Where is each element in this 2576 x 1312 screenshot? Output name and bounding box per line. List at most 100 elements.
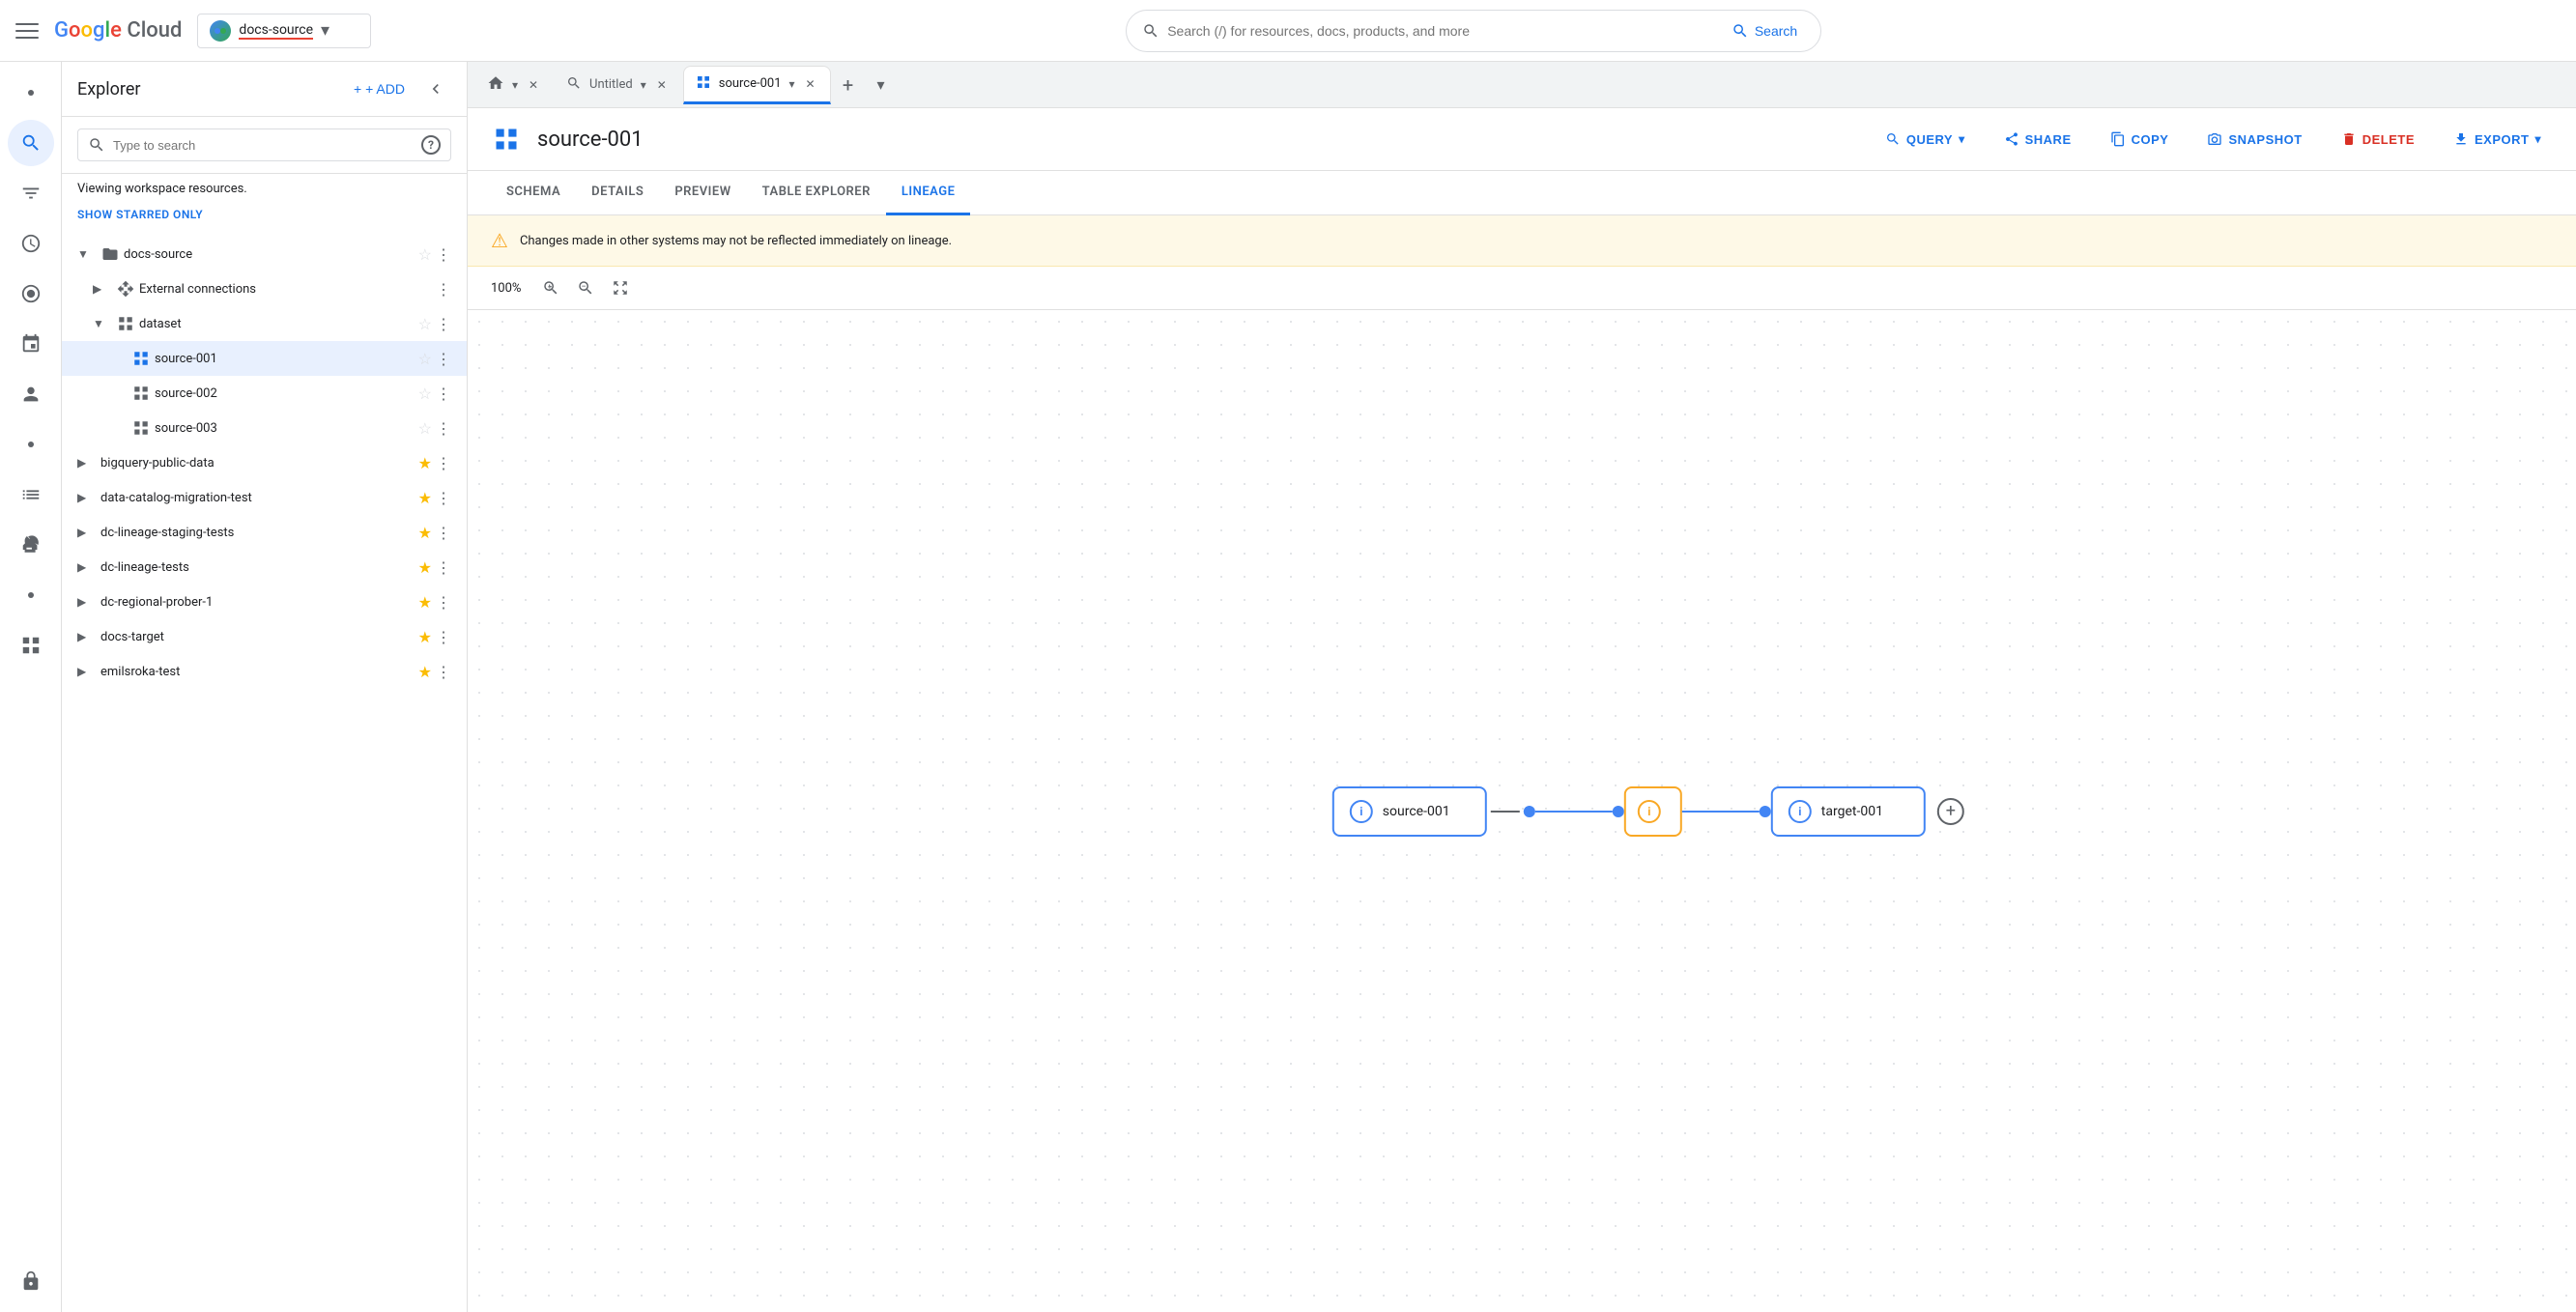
global-search-bar[interactable]: Search <box>1126 10 1821 52</box>
lineage-canvas[interactable]: i source-001 i <box>468 310 2576 1312</box>
tab-source-001[interactable]: source-001 ▾ ✕ <box>683 66 831 104</box>
rail-clock-icon[interactable] <box>8 220 54 267</box>
close-source-001-tab[interactable]: ✕ <box>803 76 818 92</box>
rail-pin-icon[interactable] <box>8 321 54 367</box>
more-emilsroka[interactable]: ⋮ <box>436 663 451 681</box>
sub-tab-table-explorer[interactable]: TABLE EXPLORER <box>747 171 886 215</box>
rail-dot3-icon[interactable] <box>8 572 54 618</box>
rail-filter-icon[interactable] <box>8 170 54 216</box>
export-button[interactable]: EXPORT ▾ <box>2442 126 2553 153</box>
more-regional[interactable]: ⋮ <box>436 593 451 612</box>
tab-more-button[interactable]: ▾ <box>866 70 897 100</box>
more-docs-source[interactable]: ⋮ <box>436 245 451 264</box>
tree-item-dc-lineage[interactable]: ▶ dc-lineage-tests ★ ⋮ <box>62 550 467 585</box>
rail-wrench-icon[interactable] <box>8 522 54 568</box>
tree-item-bigquery-public-data[interactable]: ▶ bigquery-public-data ★ ⋮ <box>62 445 467 480</box>
close-untitled-tab[interactable]: ✕ <box>654 77 670 93</box>
logo-cloud: Cloud <box>122 18 183 43</box>
lineage-node-target-001[interactable]: i target-001 <box>1771 786 1926 837</box>
tree-item-docs-source[interactable]: ▼ docs-source ☆ ⋮ <box>62 237 467 271</box>
rail-grid-icon[interactable] <box>8 622 54 669</box>
more-external[interactable]: ⋮ <box>436 280 451 299</box>
more-source-003[interactable]: ⋮ <box>436 419 451 438</box>
tree-item-data-catalog[interactable]: ▶ data-catalog-migration-test ★ ⋮ <box>62 480 467 515</box>
tree-item-source-002[interactable]: source-002 ☆ ⋮ <box>62 376 467 411</box>
more-dataset[interactable]: ⋮ <box>436 315 451 333</box>
star-source-002[interactable]: ☆ <box>418 385 432 403</box>
sub-tab-lineage[interactable]: LINEAGE <box>886 171 971 215</box>
tree-item-dc-regional[interactable]: ▶ dc-regional-prober-1 ★ ⋮ <box>62 585 467 619</box>
sub-tab-schema[interactable]: SCHEMA <box>491 171 576 215</box>
hamburger-menu[interactable] <box>15 19 39 43</box>
zoom-fit-button[interactable] <box>607 274 634 301</box>
global-search-input[interactable] <box>1167 23 1716 39</box>
zoom-in-button[interactable] <box>537 274 564 301</box>
copy-button[interactable]: COPY <box>2099 126 2181 153</box>
add-button[interactable]: + + ADD <box>346 75 413 102</box>
star-bq[interactable]: ★ <box>418 454 432 472</box>
sub-tab-preview[interactable]: PREVIEW <box>659 171 746 215</box>
star-dataset[interactable]: ☆ <box>418 315 432 333</box>
query-dropdown: ▾ <box>1959 132 1965 146</box>
star-staging[interactable]: ★ <box>418 524 432 542</box>
star-emilsroka[interactable]: ★ <box>418 663 432 681</box>
add-node-button[interactable]: + <box>1937 798 1964 825</box>
more-bq[interactable]: ⋮ <box>436 454 451 472</box>
global-search-button[interactable]: Search <box>1724 18 1805 43</box>
copy-icon <box>2110 131 2126 147</box>
untitled-tab-arrow: ▾ <box>641 78 646 92</box>
help-icon[interactable]: ? <box>421 135 441 155</box>
zoom-out-button[interactable] <box>572 274 599 301</box>
tree-item-source-003[interactable]: source-003 ☆ ⋮ <box>62 411 467 445</box>
more-staging[interactable]: ⋮ <box>436 524 451 542</box>
sub-tab-details[interactable]: DETAILS <box>576 171 659 215</box>
close-home-tab[interactable]: ✕ <box>526 77 541 93</box>
share-button[interactable]: SHARE <box>1992 126 2083 153</box>
more-target[interactable]: ⋮ <box>436 628 451 646</box>
lineage-node-source-001[interactable]: i source-001 <box>1332 786 1487 837</box>
lineage-tab-label: LINEAGE <box>902 185 956 199</box>
tree-label-dataset: dataset <box>139 317 415 331</box>
star-source-003[interactable]: ☆ <box>418 419 432 438</box>
project-selector[interactable]: docs-source ▾ <box>197 14 371 48</box>
snapshot-button[interactable]: SNAPSHOT <box>2195 126 2313 153</box>
more-catalog[interactable]: ⋮ <box>436 489 451 507</box>
delete-button[interactable]: DELETE <box>2330 126 2426 153</box>
google-cloud-logo[interactable]: Google Cloud <box>54 18 182 43</box>
lineage-node-middle[interactable]: i <box>1624 786 1682 837</box>
star-docs-source[interactable]: ☆ <box>418 245 432 264</box>
show-starred-button[interactable]: SHOW STARRED ONLY <box>62 204 467 233</box>
list-icon <box>20 484 42 505</box>
export-icon <box>2453 131 2469 147</box>
rail-search-icon[interactable] <box>8 120 54 166</box>
rail-person-icon[interactable] <box>8 371 54 417</box>
tree-item-docs-target[interactable]: ▶ docs-target ★ ⋮ <box>62 619 467 654</box>
tree-item-emilsroka[interactable]: ▶ emilsroka-test ★ ⋮ <box>62 654 467 689</box>
tree-item-dataset[interactable]: ▼ dataset ☆ ⋮ <box>62 306 467 341</box>
tree-item-source-001[interactable]: source-001 ☆ ⋮ <box>62 341 467 376</box>
star-lineage[interactable]: ★ <box>418 558 432 577</box>
star-regional[interactable]: ★ <box>418 593 432 612</box>
collapse-panel-button[interactable] <box>420 73 451 104</box>
tree-item-dc-staging[interactable]: ▶ dc-lineage-staging-tests ★ ⋮ <box>62 515 467 550</box>
star-source-001[interactable]: ☆ <box>418 350 432 368</box>
tree-label-source-002: source-002 <box>155 386 415 401</box>
tree-item-external-connections[interactable]: ▶ External connections ⋮ <box>62 271 467 306</box>
rail-dot-icon[interactable] <box>8 70 54 116</box>
search-icon <box>20 132 42 154</box>
star-catalog[interactable]: ★ <box>418 489 432 507</box>
tab-home[interactable]: ▾ ✕ <box>475 66 553 104</box>
rail-list-icon[interactable] <box>8 471 54 518</box>
query-button[interactable]: QUERY ▾ <box>1874 126 1977 153</box>
rail-dot2-icon[interactable] <box>8 421 54 468</box>
more-source-001[interactable]: ⋮ <box>436 350 451 368</box>
star-target[interactable]: ★ <box>418 628 432 646</box>
more-source-002[interactable]: ⋮ <box>436 385 451 403</box>
explorer-search-input[interactable] <box>113 138 414 153</box>
rail-star-icon[interactable] <box>8 271 54 317</box>
add-tab-button[interactable]: + <box>833 70 864 100</box>
tab-untitled[interactable]: Untitled ▾ ✕ <box>555 66 681 104</box>
more-lineage[interactable]: ⋮ <box>436 558 451 577</box>
rail-lock-icon[interactable] <box>8 1258 54 1304</box>
lineage-diagram: i source-001 i <box>1332 786 1964 837</box>
